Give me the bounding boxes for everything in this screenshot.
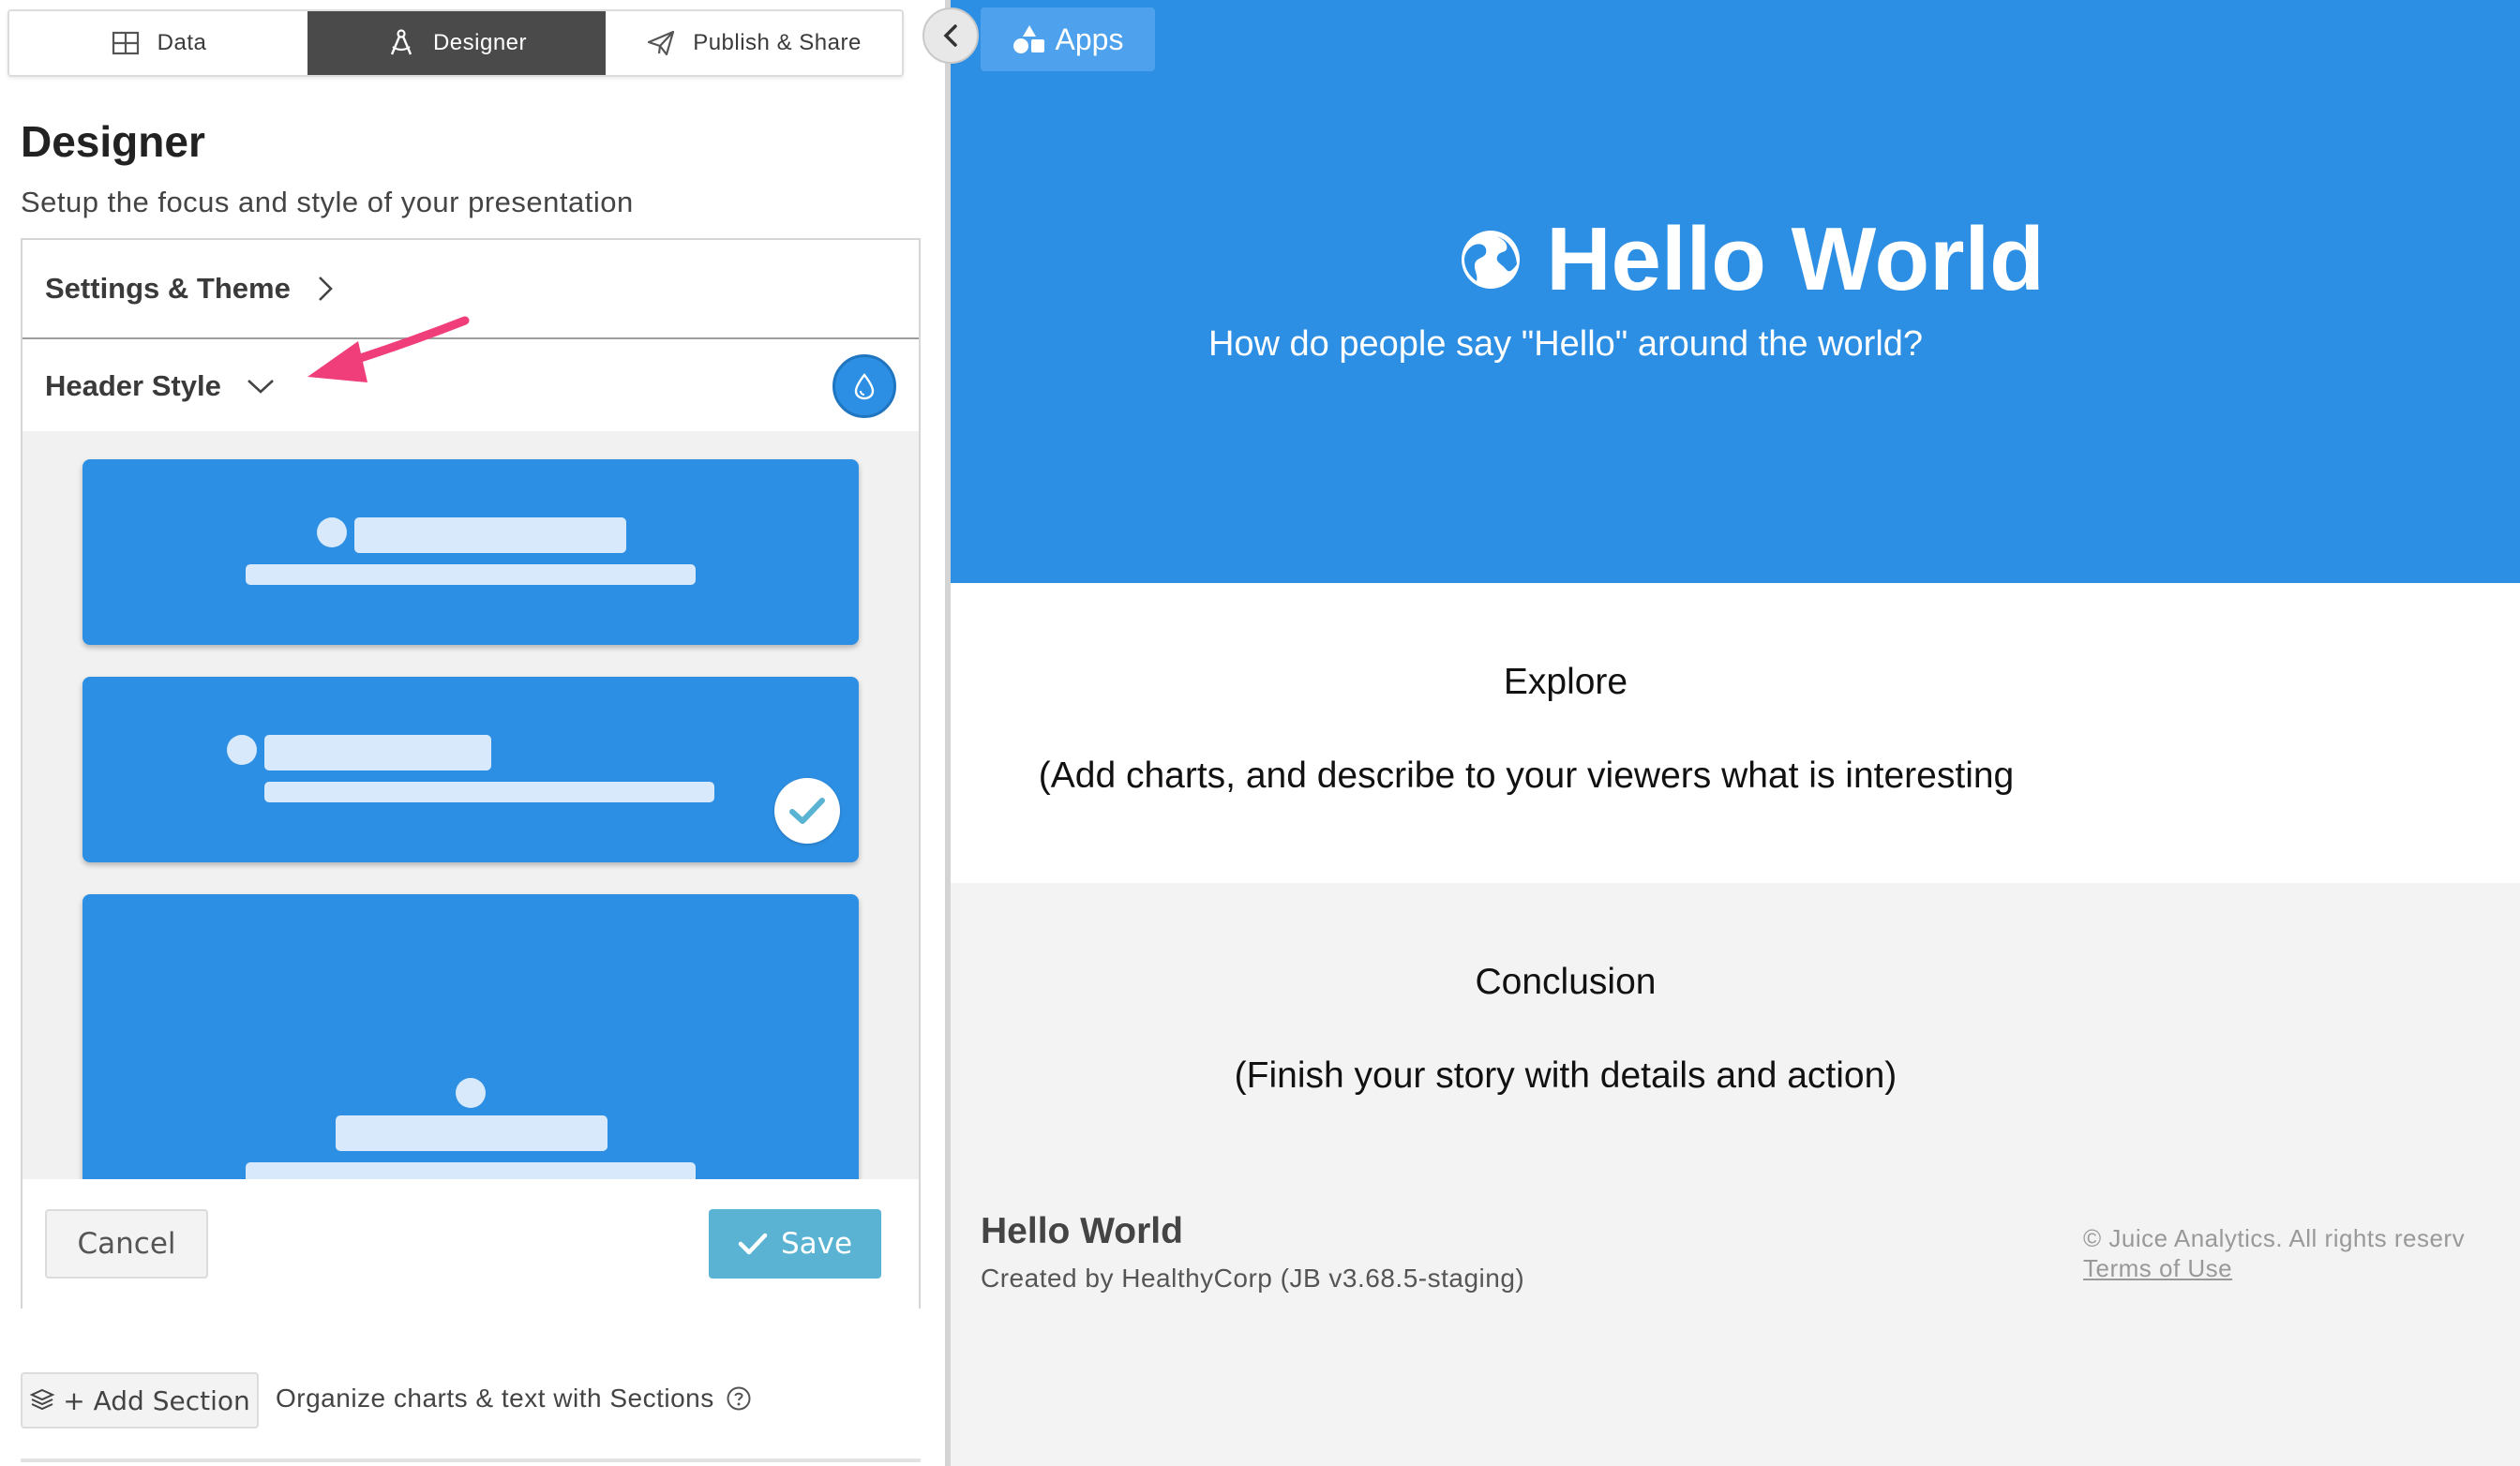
top-tabs: Data Designer Publish & Share (8, 9, 904, 77)
collapse-panel-button[interactable] (922, 7, 979, 64)
tab-designer-label: Designer (432, 30, 528, 55)
header-style-option-tall[interactable] (82, 894, 859, 1179)
tab-publish-share[interactable]: Publish & Share (606, 11, 902, 75)
settings-theme-label: Settings & Theme (45, 272, 291, 305)
style-preview-subtitle-bar (246, 1162, 696, 1179)
chevron-right-icon (318, 277, 333, 301)
shapes-icon (1012, 25, 1044, 53)
save-label: Save (780, 1227, 853, 1261)
style-preview-title-bar (354, 517, 626, 553)
save-button[interactable]: Save (709, 1209, 881, 1279)
header-style-options (22, 431, 919, 1179)
color-drop-button[interactable] (832, 354, 896, 418)
style-preview-title-bar (336, 1115, 608, 1151)
preview-subtitle: How do people say "Hello" around the wor… (1208, 324, 1924, 364)
footer-title: Hello World (981, 1211, 1183, 1251)
explore-section: Explore (Add charts, and describe to you… (951, 583, 2520, 883)
organize-hint: Organize charts & text with Sections (276, 1384, 752, 1414)
water-drop-icon (854, 373, 875, 400)
table-icon (112, 31, 139, 55)
globe-icon (1462, 231, 1521, 289)
preview-title: Hello World (1190, 208, 2315, 311)
add-section-label: + Add Section (63, 1384, 250, 1416)
conclusion-text: (Finish your story with details and acti… (1234, 1055, 1898, 1096)
style-preview-subtitle-bar (264, 782, 714, 802)
tab-designer[interactable]: Designer (308, 11, 606, 75)
header-style-label: Header Style (45, 369, 221, 402)
compass-icon (390, 29, 412, 55)
card-actions: Cancel Save (22, 1179, 919, 1309)
explore-text: (Add charts, and describe to your viewer… (1038, 755, 2015, 796)
designer-card: Settings & Theme Header Style Cancel Sav… (21, 238, 921, 1309)
chevron-left-icon (943, 24, 957, 47)
panel-subtitle: Setup the focus and style of your presen… (21, 186, 634, 218)
style-preview-dot (317, 517, 347, 547)
style-preview-dot (227, 735, 257, 765)
tab-data-label: Data (157, 30, 207, 55)
annotation-arrow (308, 316, 470, 382)
preview-footer: Hello World Created by HealthyCorp (JB v… (951, 1183, 2520, 1466)
footer-copyright: © Juice Analytics. All rights reserv (2083, 1224, 2466, 1252)
terms-of-use-link[interactable]: Terms of Use (2083, 1254, 2232, 1283)
footer-created: Created by HealthyCorp (JB v3.68.5-stagi… (981, 1264, 1525, 1293)
panel-title: Designer (21, 117, 205, 166)
layers-icon (29, 1388, 55, 1411)
designer-panel: Data Designer Publish & Share Designer S… (0, 0, 945, 1466)
paper-plane-icon (648, 30, 675, 56)
style-preview-dot (456, 1078, 486, 1108)
conclusion-section: Conclusion (Finish your story with detai… (951, 883, 2520, 1183)
style-preview-title-bar (264, 735, 491, 770)
apps-label: Apps (1055, 22, 1124, 56)
tab-data[interactable]: Data (9, 11, 308, 75)
preview-title-text: Hello World (1546, 209, 2045, 309)
explore-heading: Explore (1503, 662, 1628, 702)
preview-header: Hello World How do people say "Hello" ar… (951, 0, 2520, 583)
apps-button[interactable]: Apps (981, 7, 1155, 71)
cancel-button[interactable]: Cancel (45, 1209, 208, 1279)
conclusion-heading: Conclusion (1475, 962, 1657, 1002)
selected-check-icon (774, 778, 840, 844)
help-icon[interactable] (726, 1385, 752, 1412)
header-style-option-centered[interactable] (82, 459, 859, 645)
chevron-down-icon (247, 380, 274, 394)
header-style-option-left[interactable] (82, 677, 859, 862)
check-icon (738, 1233, 768, 1255)
panel-bottom-divider (21, 1459, 921, 1462)
style-preview-subtitle-bar (246, 564, 696, 585)
organize-hint-text: Organize charts & text with Sections (276, 1384, 714, 1413)
tab-publish-share-label: Publish & Share (693, 30, 862, 55)
add-section-button[interactable]: + Add Section (21, 1372, 259, 1429)
